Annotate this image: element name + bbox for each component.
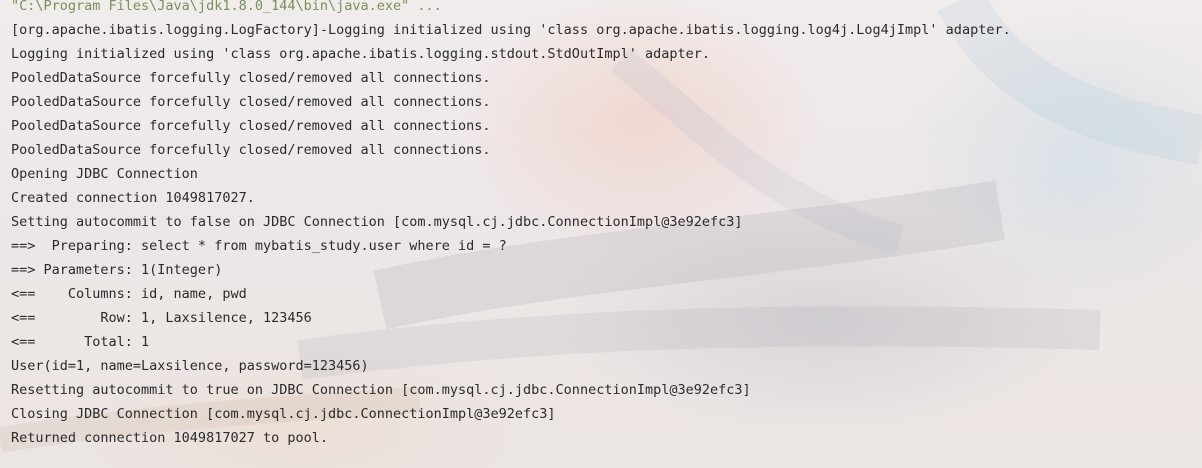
console-line: PooledDataSource forcefully closed/remov… [11, 118, 491, 134]
console-line: <== Columns: id, name, pwd [11, 286, 247, 302]
console-line: <== Row: 1, Laxsilence, 123456 [11, 310, 312, 326]
console-line: Created connection 1049817027. [11, 190, 255, 206]
console-line: ==> Parameters: 1(Integer) [11, 262, 223, 278]
console-line: PooledDataSource forcefully closed/remov… [11, 142, 491, 158]
console-line: Logging initialized using 'class org.apa… [11, 46, 710, 62]
console-line: User(id=1, name=Laxsilence, password=123… [11, 358, 369, 374]
console-line: PooledDataSource forcefully closed/remov… [11, 94, 491, 110]
console-line: Resetting autocommit to true on JDBC Con… [11, 382, 751, 398]
console-line: Opening JDBC Connection [11, 166, 198, 182]
console-line: ==> Preparing: select * from mybatis_stu… [11, 238, 507, 254]
console-command-line: "C:\Program Files\Java\jdk1.8.0_144\bin\… [11, 0, 442, 14]
console-line: Closing JDBC Connection [com.mysql.cj.jd… [11, 406, 556, 422]
console-line: [org.apache.ibatis.logging.LogFactory]-L… [11, 22, 1011, 38]
console-line: Setting autocommit to false on JDBC Conn… [11, 214, 743, 230]
console-output[interactable]: "C:\Program Files\Java\jdk1.8.0_144\bin\… [11, 0, 1191, 450]
console-line: Returned connection 1049817027 to pool. [11, 430, 328, 446]
console-line: PooledDataSource forcefully closed/remov… [11, 70, 491, 86]
console-line: <== Total: 1 [11, 334, 150, 350]
